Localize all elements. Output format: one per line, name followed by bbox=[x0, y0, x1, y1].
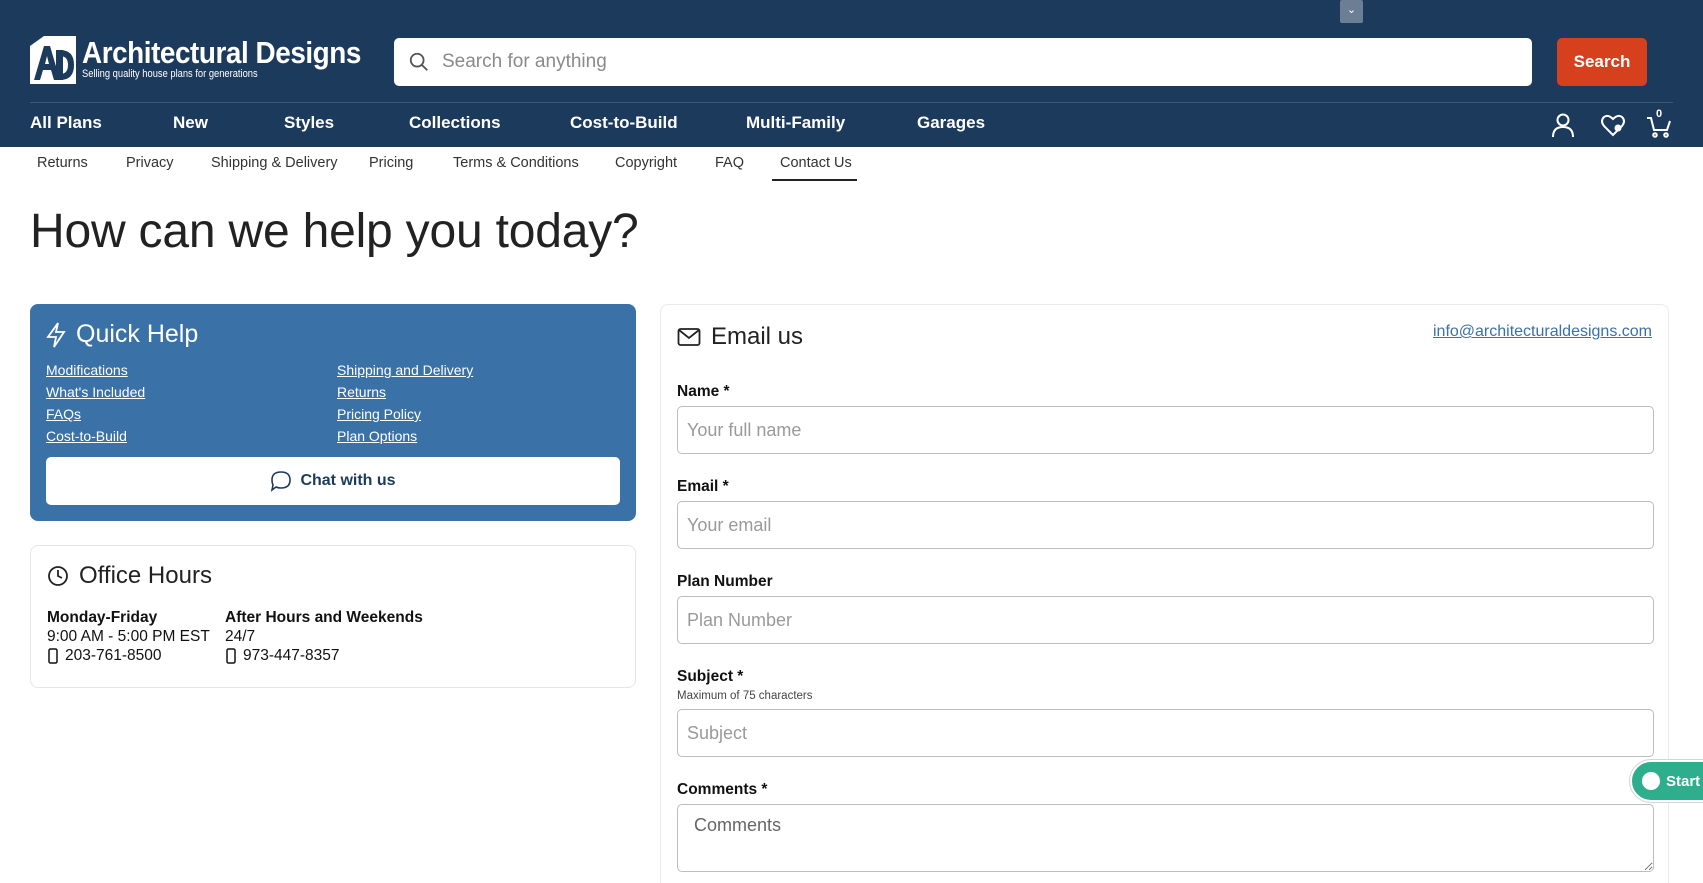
subnav-returns[interactable]: Returns bbox=[37, 155, 88, 171]
after-hours: After Hours and Weekends 24/7 973-447-83… bbox=[225, 608, 423, 665]
link-plan-options[interactable]: Plan Options bbox=[337, 428, 417, 444]
subject-label: Subject * bbox=[677, 668, 744, 685]
email-us-heading: Email us bbox=[677, 323, 803, 351]
email-label: Email * bbox=[677, 478, 729, 495]
link-returns[interactable]: Returns bbox=[337, 384, 386, 400]
chat-widget-icon bbox=[1642, 772, 1660, 790]
office-hours-heading: Office Hours bbox=[47, 562, 212, 590]
weekday-heading: Monday-Friday bbox=[47, 609, 158, 626]
cart-count: 0 bbox=[1656, 108, 1663, 120]
subject-field[interactable] bbox=[677, 709, 1654, 757]
phone-icon bbox=[48, 647, 58, 664]
subnav-active-indicator bbox=[772, 179, 857, 181]
subnav-shipping[interactable]: Shipping & Delivery bbox=[211, 155, 338, 171]
after-hours-phone-row[interactable]: 973-447-8357 bbox=[225, 646, 423, 665]
nav-styles[interactable]: Styles bbox=[284, 113, 334, 133]
nav-multi-family[interactable]: Multi-Family bbox=[746, 113, 845, 133]
subject-hint: Maximum of 75 characters bbox=[677, 690, 813, 702]
search-button[interactable]: Search bbox=[1557, 38, 1647, 86]
plan-number-label: Plan Number bbox=[677, 573, 773, 590]
site-header: ⌄ Architectural Designs Selling quality … bbox=[0, 0, 1703, 147]
envelope-icon bbox=[677, 328, 701, 346]
search-bar bbox=[394, 38, 1532, 86]
header-icons: 0 bbox=[1550, 108, 1680, 140]
nav-cost-to-build[interactable]: Cost-to-Build bbox=[570, 113, 678, 133]
link-pricing-policy[interactable]: Pricing Policy bbox=[337, 406, 421, 422]
nav-collections[interactable]: Collections bbox=[409, 113, 501, 133]
quick-help-panel: Quick Help Modifications What's Included… bbox=[30, 304, 636, 521]
start-chat-label: Start Chat bbox=[1666, 772, 1703, 790]
email-form-card: Email us info@architecturaldesigns.com N… bbox=[660, 304, 1669, 883]
chat-with-us-button[interactable]: Chat with us bbox=[46, 457, 620, 505]
link-modifications[interactable]: Modifications bbox=[46, 362, 128, 378]
name-label: Name * bbox=[677, 383, 730, 400]
logo-tagline: Selling quality house plans for generati… bbox=[82, 68, 258, 80]
lightning-icon bbox=[46, 321, 66, 347]
logo-mark bbox=[30, 36, 76, 84]
link-whats-included[interactable]: What's Included bbox=[46, 384, 145, 400]
link-cost-to-build[interactable]: Cost-to-Build bbox=[46, 428, 127, 444]
subnav-pricing[interactable]: Pricing bbox=[369, 155, 413, 171]
logo-name: Architectural Designs bbox=[82, 35, 361, 70]
search-input[interactable] bbox=[442, 51, 1442, 73]
email-address-link[interactable]: info@architecturaldesigns.com bbox=[1433, 323, 1652, 341]
phone-icon bbox=[226, 647, 236, 664]
after-hours-phone: 973-447-8357 bbox=[243, 647, 340, 664]
comments-label: Comments * bbox=[677, 781, 768, 798]
weekday-time: 9:00 AM - 5:00 PM EST bbox=[47, 628, 210, 645]
site-logo[interactable]: Architectural Designs Selling quality ho… bbox=[30, 36, 392, 84]
nav-garages[interactable]: Garages bbox=[917, 113, 985, 133]
nav-new[interactable]: New bbox=[173, 113, 208, 133]
after-hours-time: 24/7 bbox=[225, 628, 256, 645]
page-title: How can we help you today? bbox=[30, 205, 639, 258]
subnav-faq[interactable]: FAQ bbox=[715, 155, 744, 171]
office-hours-title: Office Hours bbox=[79, 562, 212, 589]
weekday-phone-row[interactable]: 203-761-8500 bbox=[47, 646, 210, 665]
chat-bubble-icon bbox=[271, 471, 292, 492]
nav-all-plans[interactable]: All Plans bbox=[30, 113, 102, 133]
sub-nav: Returns Privacy Shipping & Delivery Pric… bbox=[0, 147, 1703, 183]
header-divider bbox=[30, 102, 1673, 103]
name-field[interactable] bbox=[677, 406, 1654, 454]
chevron-down-icon[interactable]: ⌄ bbox=[1340, 0, 1363, 23]
link-shipping-delivery[interactable]: Shipping and Delivery bbox=[337, 362, 473, 378]
quick-help-heading: Quick Help bbox=[46, 320, 198, 349]
clock-icon bbox=[48, 566, 68, 586]
subnav-copyright[interactable]: Copyright bbox=[615, 155, 677, 171]
plan-number-field[interactable] bbox=[677, 596, 1654, 644]
chat-with-us-label: Chat with us bbox=[300, 472, 396, 489]
office-hours-panel: Office Hours Monday-Friday 9:00 AM - 5:0… bbox=[30, 545, 636, 688]
email-us-title: Email us bbox=[711, 323, 804, 350]
subnav-contact-us[interactable]: Contact Us bbox=[780, 155, 852, 171]
account-icon[interactable] bbox=[1550, 112, 1576, 138]
subnav-privacy[interactable]: Privacy bbox=[126, 155, 174, 171]
after-hours-heading: After Hours and Weekends bbox=[225, 609, 423, 626]
favorites-icon[interactable] bbox=[1600, 112, 1626, 138]
quick-help-title: Quick Help bbox=[76, 320, 199, 348]
weekday-hours: Monday-Friday 9:00 AM - 5:00 PM EST 203-… bbox=[47, 608, 210, 665]
start-chat-widget[interactable]: Start Chat bbox=[1630, 760, 1703, 802]
weekday-phone: 203-761-8500 bbox=[65, 647, 162, 664]
email-field[interactable] bbox=[677, 501, 1654, 549]
search-icon bbox=[409, 52, 428, 71]
link-faqs[interactable]: FAQs bbox=[46, 406, 81, 422]
comments-field[interactable] bbox=[677, 804, 1654, 872]
subnav-terms[interactable]: Terms & Conditions bbox=[453, 155, 579, 171]
